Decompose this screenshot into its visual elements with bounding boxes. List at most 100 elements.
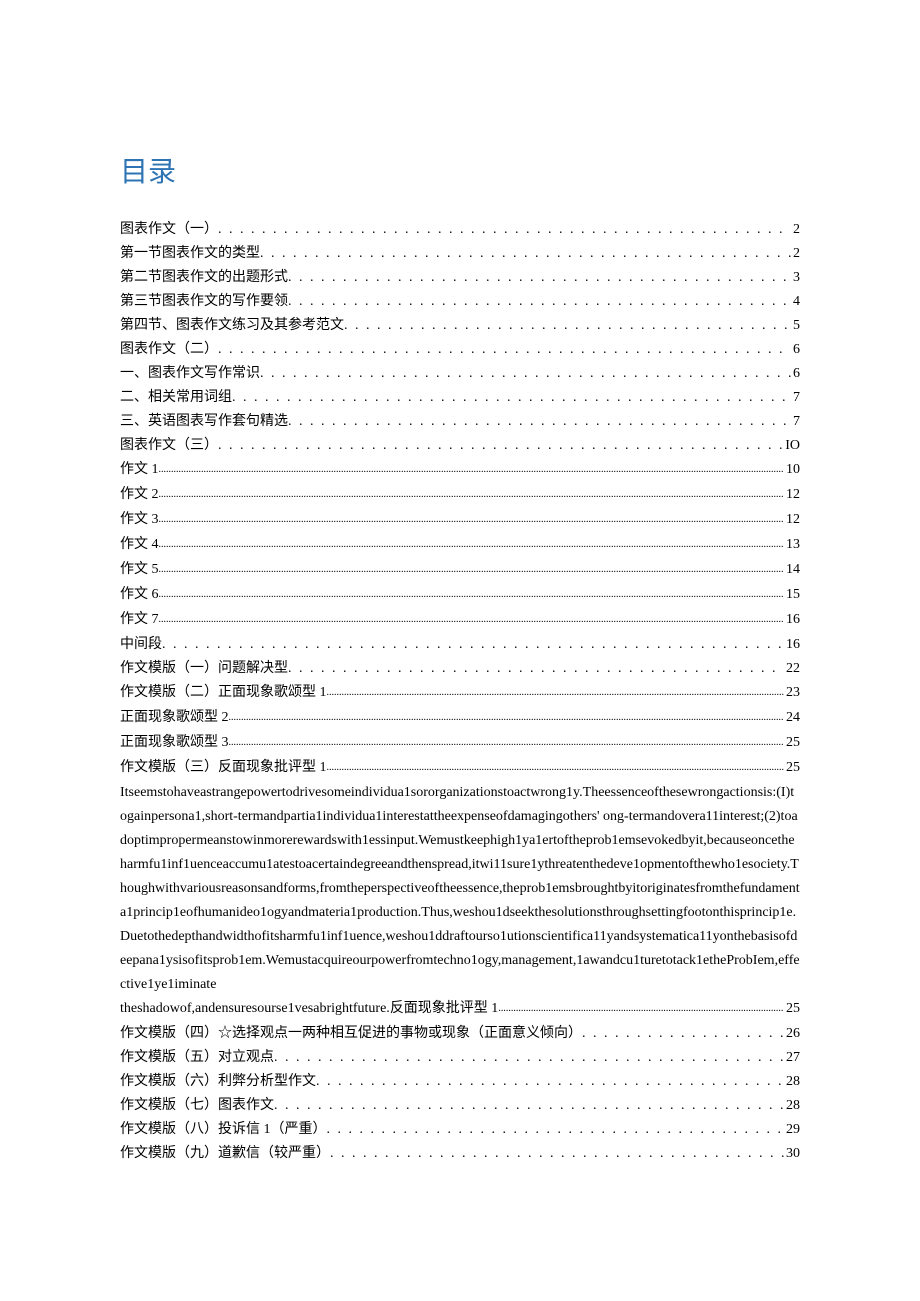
toc-leader-dots: . . . . . . . . . . . . . . . . . . . . … bbox=[232, 386, 791, 410]
toc-entry-page: 28 bbox=[786, 1094, 800, 1118]
toc-entry: 一、图表作文写作常识 . . . . . . . . . . . . . . .… bbox=[120, 362, 800, 386]
toc-entry-label: 第四节、图表作文练习及其参考范文 bbox=[120, 314, 344, 338]
toc-leader-dots: ........................................… bbox=[229, 706, 785, 730]
toc-entry-label: 作文 6 bbox=[120, 583, 159, 607]
toc-entry-page: 24 bbox=[786, 706, 800, 730]
toc-entry-label: 作文模版（三）反面现象批评型 1 bbox=[120, 756, 327, 780]
toc-entry-page: 14 bbox=[786, 558, 800, 582]
toc-leader-dots: ........................................… bbox=[327, 681, 785, 705]
toc-entry: 第二节图表作文的出题形式 . . . . . . . . . . . . . .… bbox=[120, 266, 800, 290]
toc-entry-page: 6 bbox=[793, 362, 800, 386]
toc-entry-label: 作文模版（七）图表作文 bbox=[120, 1094, 274, 1118]
toc-leader-dots: . . . . . . . . . . . . . . . . . . . . … bbox=[260, 362, 791, 386]
toc-leader-dots: ........................................… bbox=[229, 731, 785, 755]
toc-entry-page: 25 bbox=[786, 997, 800, 1021]
toc-entry-label: 作文模版（二）正面现象歌颂型 1 bbox=[120, 681, 327, 705]
toc-entry: 图表作文（一） . . . . . . . . . . . . . . . . … bbox=[120, 218, 800, 242]
toc-entry-page: 13 bbox=[786, 533, 800, 557]
toc-entry-page: 12 bbox=[786, 483, 800, 507]
toc-leader-dots: . . . . . . . . . . . . . . . . . . . . … bbox=[218, 338, 791, 362]
body-paragraph: Itseemstohaveastrangepowertodrivesomeind… bbox=[120, 781, 800, 997]
toc-list-top: 图表作文（一） . . . . . . . . . . . . . . . . … bbox=[120, 218, 800, 781]
toc-entry-page: 2 bbox=[793, 242, 800, 266]
toc-entry: 作文 5 ...................................… bbox=[120, 558, 800, 583]
toc-entry-page: 23 bbox=[786, 681, 800, 705]
toc-entry-label: 第二节图表作文的出题形式 bbox=[120, 266, 288, 290]
toc-leader-dots: ........................................… bbox=[159, 508, 785, 532]
toc-leader-dots: ........................................… bbox=[498, 997, 784, 1021]
toc-leader-dots: . . . . . . . . . . . . . . . . . . . . … bbox=[288, 290, 791, 314]
toc-leader-dots: ........................................… bbox=[159, 583, 785, 607]
toc-entry-label: 反面现象批评型 1 bbox=[390, 1001, 499, 1016]
toc-entry: 图表作文（三） . . . . . . . . . . . . . . . . … bbox=[120, 434, 800, 458]
inline-prefix: theshadowof,andensuresourse1vesabrightfu… bbox=[120, 1001, 390, 1016]
toc-entry-label: 作文模版（六）利弊分析型作文 bbox=[120, 1070, 316, 1094]
toc-entry-page: 5 bbox=[793, 314, 800, 338]
toc-entry-label: 作文 7 bbox=[120, 608, 159, 632]
toc-leader-dots: . . . . . . . . . . . . . . . . . . . . … bbox=[162, 633, 784, 657]
toc-entry-label: 正面现象歌颂型 2 bbox=[120, 706, 229, 730]
toc-entry: 作文 6 ...................................… bbox=[120, 583, 800, 608]
toc-entry-page: 27 bbox=[786, 1046, 800, 1070]
toc-entry-page: IO bbox=[785, 434, 800, 458]
toc-entry-label: 二、相关常用词组 bbox=[120, 386, 232, 410]
toc-leader-dots: ........................................… bbox=[159, 458, 785, 482]
toc-entry-page: 26 bbox=[786, 1022, 800, 1046]
toc-leader-dots: . . . . . . . . . . . . . . . . . . . . … bbox=[274, 1094, 784, 1118]
toc-entry-label: 一、图表作文写作常识 bbox=[120, 362, 260, 386]
toc-leader-dots: . . . . . . . . . . . . . . . . . . . . … bbox=[218, 218, 791, 242]
toc-entry-label: 作文模版（一）问题解决型 bbox=[120, 657, 288, 681]
toc-leader-dots: . . . . . . . . . . . . . . . . . . . . … bbox=[260, 242, 791, 266]
toc-entry-page: 28 bbox=[786, 1070, 800, 1094]
toc-entry: 中间段 . . . . . . . . . . . . . . . . . . … bbox=[120, 633, 800, 657]
toc-leader-dots: ........................................… bbox=[159, 483, 785, 507]
toc-entry: 作文模版（九）道歉信（较严重） . . . . . . . . . . . . … bbox=[120, 1142, 800, 1166]
toc-entry: 二、相关常用词组 . . . . . . . . . . . . . . . .… bbox=[120, 386, 800, 410]
toc-entry: 作文 2 ...................................… bbox=[120, 483, 800, 508]
toc-entry: 作文模版（六）利弊分析型作文 . . . . . . . . . . . . .… bbox=[120, 1070, 800, 1094]
toc-entry-label: 图表作文（二） bbox=[120, 338, 218, 362]
toc-entry-label: 作文模版（四）☆选择观点一两种相互促进的事物或现象（正面意义倾向） bbox=[120, 1022, 582, 1046]
toc-entry-label: 作文 2 bbox=[120, 483, 159, 507]
toc-entry-label: 第三节图表作文的写作要领 bbox=[120, 290, 288, 314]
toc-entry: 作文 3 ...................................… bbox=[120, 508, 800, 533]
toc-leader-dots: . . . . . . . . . . . . . . . . . . . . … bbox=[274, 1046, 784, 1070]
toc-leader-dots: . . . . . . . . . . . . . . . . . . . . … bbox=[327, 1118, 785, 1142]
toc-leader-dots: . . . . . . . . . . . . . . . . . . . . … bbox=[218, 434, 783, 458]
toc-leader-dots: ........................................… bbox=[327, 756, 785, 780]
toc-leader-dots: . . . . . . . . . . . . . . . . . . . . … bbox=[288, 266, 791, 290]
toc-entry-label: 图表作文（三） bbox=[120, 434, 218, 458]
toc-entry: 作文模版（八）投诉信 1（严重） . . . . . . . . . . . .… bbox=[120, 1118, 800, 1142]
toc-entry-page: 15 bbox=[786, 583, 800, 607]
toc-entry: 作文模版（三）反面现象批评型 1 .......................… bbox=[120, 756, 800, 781]
toc-entry-label: 正面现象歌颂型 3 bbox=[120, 731, 229, 755]
toc-entry-label: 作文模版（五）对立观点 bbox=[120, 1046, 274, 1070]
toc-entry: 作文模版（二）正面现象歌颂型 1 .......................… bbox=[120, 681, 800, 706]
toc-leader-dots: . . . . . . . . . . . . . . . . . . . . … bbox=[582, 1022, 784, 1046]
toc-entry-page: 6 bbox=[793, 338, 800, 362]
toc-entry-inline: theshadowof,andensuresourse1vesabrightfu… bbox=[120, 997, 800, 1022]
toc-entry-page: 7 bbox=[793, 386, 800, 410]
toc-entry-page: 16 bbox=[786, 608, 800, 632]
toc-entry: 作文模版（四）☆选择观点一两种相互促进的事物或现象（正面意义倾向） . . . … bbox=[120, 1022, 800, 1046]
toc-entry: 作文 4 ...................................… bbox=[120, 533, 800, 558]
toc-leader-dots: ........................................… bbox=[159, 608, 785, 632]
toc-leader-dots: ........................................… bbox=[159, 533, 785, 557]
toc-entry-label: 三、英语图表写作套句精选 bbox=[120, 410, 288, 434]
toc-entry: 正面现象歌颂型 2 ..............................… bbox=[120, 706, 800, 731]
toc-entry-page: 16 bbox=[786, 633, 800, 657]
toc-entry-page: 7 bbox=[793, 410, 800, 434]
toc-leader-dots: . . . . . . . . . . . . . . . . . . . . … bbox=[344, 314, 791, 338]
toc-entry-label: 作文模版（九）道歉信（较严重） bbox=[120, 1142, 330, 1166]
toc-leader-dots: . . . . . . . . . . . . . . . . . . . . … bbox=[288, 410, 791, 434]
toc-leader-dots: . . . . . . . . . . . . . . . . . . . . … bbox=[288, 657, 784, 681]
toc-entry: 第三节图表作文的写作要领 . . . . . . . . . . . . . .… bbox=[120, 290, 800, 314]
toc-entry-label: 中间段 bbox=[120, 633, 162, 657]
toc-entry: 作文 1 ...................................… bbox=[120, 458, 800, 483]
toc-entry-page: 2 bbox=[793, 218, 800, 242]
toc-entry-label: 作文 3 bbox=[120, 508, 159, 532]
toc-leader-dots: . . . . . . . . . . . . . . . . . . . . … bbox=[316, 1070, 784, 1094]
toc-entry: 作文模版（七）图表作文 . . . . . . . . . . . . . . … bbox=[120, 1094, 800, 1118]
toc-entry-page: 3 bbox=[793, 266, 800, 290]
toc-entry: 作文模版（一）问题解决型 . . . . . . . . . . . . . .… bbox=[120, 657, 800, 681]
